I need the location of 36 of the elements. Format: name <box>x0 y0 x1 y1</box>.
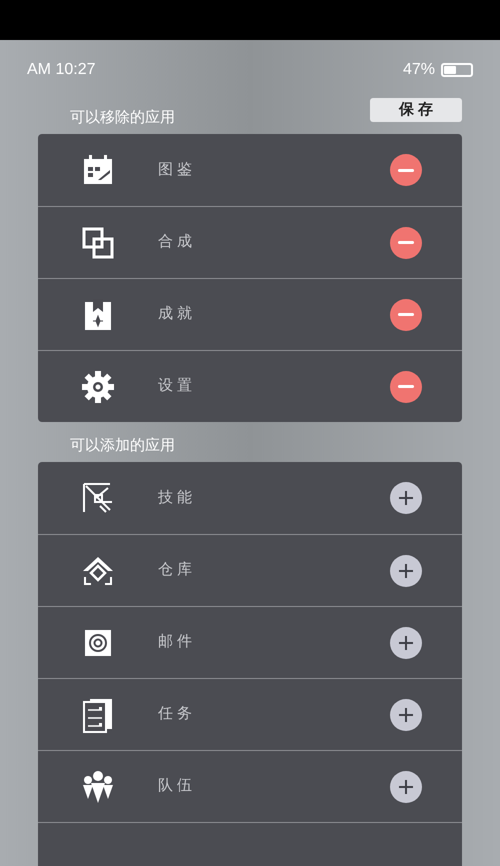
remove-button[interactable] <box>390 226 422 258</box>
app-name: 仓 库 <box>158 560 194 580</box>
app-name: 合 成 <box>158 232 194 252</box>
settings-icon <box>80 368 116 404</box>
app-name: 设 置 <box>158 376 194 396</box>
app-name: 任 务 <box>158 704 194 724</box>
minus-icon <box>398 313 414 316</box>
remove-button[interactable] <box>390 370 422 402</box>
app-name: 成 就 <box>158 304 194 324</box>
plus-icon <box>398 706 414 722</box>
add-button[interactable] <box>390 626 422 658</box>
save-button[interactable]: 保 存 <box>370 98 462 122</box>
section-title: 可以添加的应用 <box>70 436 175 456</box>
add-button[interactable] <box>390 698 422 730</box>
remove-button[interactable] <box>390 298 422 330</box>
app-name: 图 鉴 <box>158 160 194 180</box>
add-button[interactable] <box>390 482 422 514</box>
minus-icon <box>398 241 414 244</box>
minus-icon <box>398 385 414 388</box>
battery-percent: 47% <box>402 60 435 80</box>
plus-icon <box>398 634 414 650</box>
add-button[interactable] <box>390 554 422 586</box>
battery-icon <box>441 63 473 77</box>
plus-icon <box>398 562 414 578</box>
team-icon <box>80 768 116 804</box>
minus-icon <box>398 168 414 172</box>
app-name: 邮 件 <box>158 632 194 652</box>
app-name: 技 能 <box>158 488 194 508</box>
clock-time: AM 10:27 <box>27 60 96 80</box>
app-name: 队 伍 <box>158 776 194 796</box>
plus-icon <box>398 778 414 794</box>
section-title: 可以移除的应用 <box>70 108 175 128</box>
remove-button[interactable] <box>390 154 422 186</box>
plus-icon <box>398 490 414 506</box>
add-button[interactable] <box>390 770 422 802</box>
overlapping-squares-icon <box>80 224 116 260</box>
